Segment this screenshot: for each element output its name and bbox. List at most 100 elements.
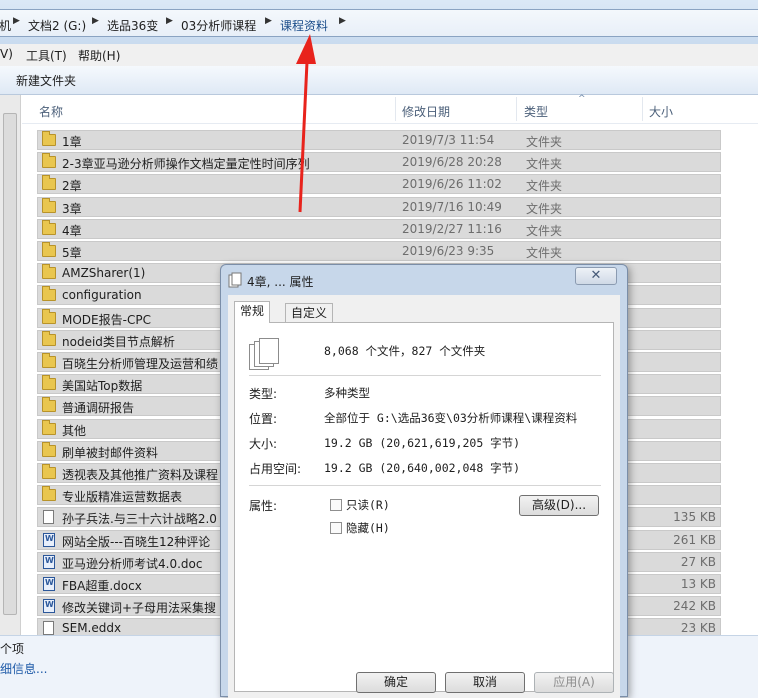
- file-name: 刷单被封邮件资料: [62, 445, 159, 460]
- file-row[interactable]: 4章 2019/2/27 11:16 文件夹: [37, 218, 721, 239]
- file-row[interactable]: 2-3章亚马逊分析师操作文档定量定性时间序列 2019/6/28 20:28 文件夹: [37, 152, 721, 173]
- hidden-label[interactable]: 隐藏(H): [346, 520, 390, 536]
- cancel-button[interactable]: 取消: [445, 672, 525, 693]
- size-on-disk-value: 19.2 GB (20,640,002,048 字节): [324, 461, 521, 475]
- folder-icon: [42, 286, 56, 302]
- file-name: AMZSharer(1): [62, 266, 146, 281]
- folder-icon: [42, 219, 56, 235]
- file-size: 27 KB: [680, 554, 716, 569]
- text-file-icon: [43, 510, 54, 525]
- breadcrumb-folder[interactable]: 选品36变: [107, 17, 158, 34]
- hidden-checkbox[interactable]: [330, 522, 342, 534]
- file-date: 2019/6/26 11:02: [402, 177, 502, 192]
- chevron-right-icon[interactable]: ▶: [92, 16, 99, 26]
- file-type: 文件夹: [526, 135, 563, 149]
- file-count-summary: 8,068 个文件，827 个文件夹: [324, 344, 486, 358]
- file-row[interactable]: 5章 2019/6/23 9:35 文件夹: [37, 241, 721, 261]
- address-bar[interactable]: 机 ▶ 文档2 (G:) ▶ 选品36变 ▶ 03分析师课程 ▶ 课程资料 ▶: [0, 9, 758, 37]
- new-folder-button[interactable]: 新建文件夹: [16, 72, 76, 89]
- column-type[interactable]: 类型: [524, 103, 548, 120]
- word-doc-icon: [43, 532, 55, 547]
- ok-button[interactable]: 确定: [356, 672, 436, 693]
- dialog-body: 常规 自定义 8,068 个文件，827 个文件夹 类型: 多种类型 位置: 全…: [228, 295, 620, 698]
- apply-button[interactable]: 应用(A): [534, 672, 614, 693]
- file-name: configuration: [62, 288, 142, 303]
- file-date: 2019/6/28 20:28: [402, 155, 502, 170]
- file-name: 亚马逊分析师考试4.0.doc: [62, 556, 203, 571]
- folder-icon: [42, 464, 56, 479]
- column-name[interactable]: 名称: [39, 103, 63, 120]
- chevron-right-icon[interactable]: ▶: [166, 16, 173, 26]
- location-value: 全部位于 G:\选品36变\03分析师课程\课程资料: [324, 411, 578, 425]
- sort-arrow-icon: ^: [578, 94, 586, 104]
- folder-icon: [42, 131, 56, 146]
- folder-icon: [42, 353, 56, 368]
- word-doc-icon: [43, 599, 55, 614]
- word-doc-icon: [43, 554, 55, 569]
- file-size: 13 KB: [680, 577, 716, 591]
- file-row[interactable]: 3章 2019/7/16 10:49 文件夹: [37, 196, 721, 217]
- file-name: 美国站Top数据: [62, 379, 143, 394]
- menu-bar: V) 工具(T) 帮助(H): [0, 44, 758, 66]
- file-name: 专业版精准运营数据表: [62, 490, 183, 505]
- file-name: 孙子兵法.与三十六计战略2.0: [62, 512, 217, 527]
- file-name: 透视表及其他推广资料及课程: [62, 468, 219, 482]
- text-file-icon: [43, 621, 54, 636]
- general-tab-panel: 8,068 个文件，827 个文件夹 类型: 多种类型 位置: 全部位于 G:\…: [234, 322, 614, 692]
- breadcrumb-current-folder[interactable]: 课程资料: [280, 17, 328, 34]
- file-type: 文件夹: [526, 179, 563, 194]
- details-link[interactable]: 细信息...: [0, 660, 47, 677]
- file-name: 5章: [62, 246, 82, 260]
- file-name: 百晓生分析师管理及运营和绩: [62, 357, 219, 371]
- folder-icon: [42, 486, 56, 502]
- folder-icon: [42, 175, 56, 191]
- breadcrumb-folder[interactable]: 03分析师课程: [181, 17, 256, 34]
- tab-custom[interactable]: 自定义: [285, 303, 334, 323]
- file-name: SEM.eddx: [62, 621, 122, 636]
- chevron-right-icon[interactable]: ▶: [265, 16, 272, 26]
- size-label: 大小:: [249, 437, 278, 451]
- folder-icon: [42, 264, 56, 280]
- tab-general[interactable]: 常规: [234, 301, 271, 323]
- scrollbar-thumb[interactable]: [3, 113, 17, 615]
- file-row[interactable]: 2章 2019/6/26 11:02 文件夹: [37, 174, 721, 195]
- folder-icon: [42, 441, 56, 457]
- menu-view[interactable]: V): [0, 47, 13, 61]
- folder-icon: [42, 375, 56, 391]
- files-icon: [228, 272, 242, 288]
- breadcrumb-computer[interactable]: 机: [0, 17, 11, 34]
- close-icon: ✕: [590, 268, 602, 283]
- file-name: 网站全版---百晓生12种评论: [62, 534, 211, 549]
- close-button[interactable]: ✕: [575, 267, 617, 285]
- file-size: 242 KB: [673, 599, 716, 614]
- multiple-files-icon: [249, 338, 279, 372]
- folder-icon: [42, 419, 56, 435]
- column-header-row: 名称 修改日期 类型 ^ 大小: [22, 94, 758, 124]
- readonly-label[interactable]: 只读(R): [346, 497, 390, 513]
- file-size: 23 KB: [680, 621, 716, 636]
- column-size[interactable]: 大小: [649, 103, 673, 120]
- menu-help[interactable]: 帮助(H): [78, 47, 120, 64]
- nav-pane-scrollbar[interactable]: [0, 95, 21, 635]
- file-size: 261 KB: [673, 532, 716, 547]
- menu-tools[interactable]: 工具(T): [26, 47, 67, 64]
- chevron-right-icon[interactable]: ▶: [339, 16, 346, 26]
- size-value: 19.2 GB (20,621,619,205 字节): [324, 436, 521, 450]
- folder-icon: [42, 197, 56, 213]
- folder-icon: [42, 308, 56, 324]
- file-type: 文件夹: [526, 201, 563, 216]
- readonly-checkbox[interactable]: [330, 499, 342, 511]
- folder-icon: [42, 330, 56, 346]
- file-name: 2-3章亚马逊分析师操作文档定量定性时间序列: [62, 157, 310, 172]
- file-name: 2章: [62, 179, 82, 194]
- type-value: 多种类型: [324, 386, 370, 400]
- advanced-button[interactable]: 高级(D)...: [519, 495, 599, 516]
- properties-dialog: 4章, ... 属性 ✕ 常规 自定义 8,068 个文件，827 个文件夹 类…: [220, 264, 628, 698]
- breadcrumb-drive[interactable]: 文档2 (G:): [28, 17, 86, 34]
- file-name: FBA超重.docx: [62, 579, 142, 593]
- file-name: MODE报告-CPC: [62, 312, 151, 327]
- column-modified[interactable]: 修改日期: [402, 103, 450, 120]
- file-row[interactable]: 1章 2019/7/3 11:54 文件夹: [37, 130, 721, 150]
- chevron-right-icon[interactable]: ▶: [13, 16, 20, 26]
- file-name: 3章: [62, 201, 82, 216]
